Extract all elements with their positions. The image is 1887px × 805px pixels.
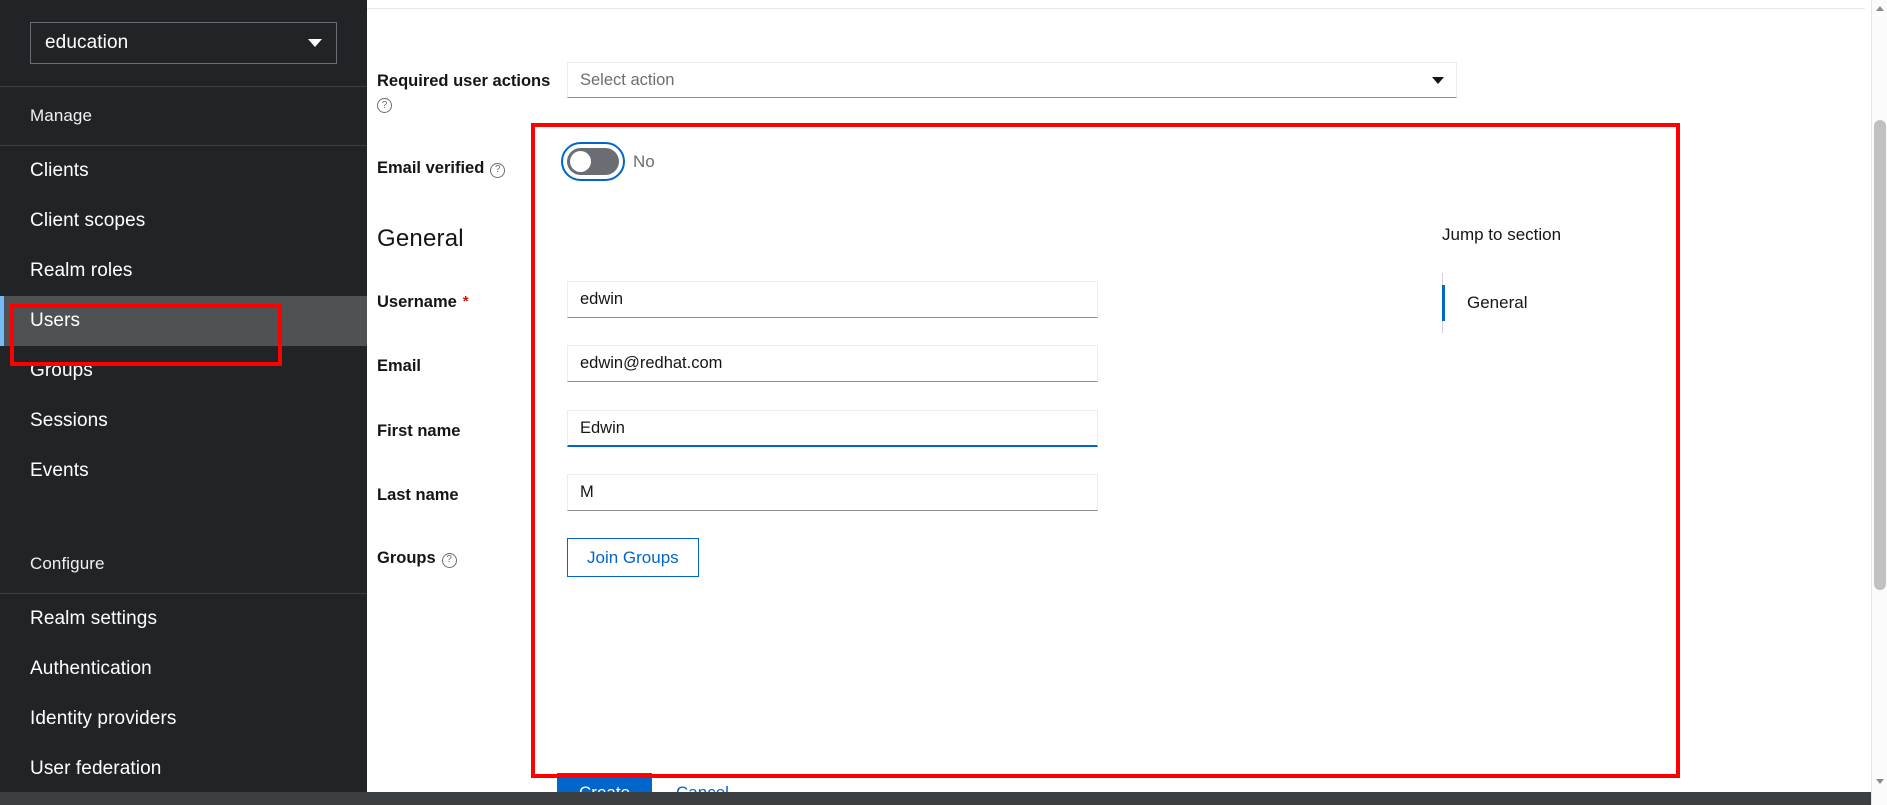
last-name-input[interactable]: [567, 474, 1098, 511]
first-name-row: First name: [377, 410, 1277, 447]
last-name-label-group: Last name: [377, 474, 567, 506]
chevron-down-icon: [308, 39, 322, 47]
chevron-down-icon: [1432, 76, 1444, 84]
content-top-divider: [367, 8, 1865, 9]
required-user-actions-select[interactable]: Select action: [567, 62, 1457, 98]
first-name-label: First name: [377, 422, 461, 440]
bottom-strip: [0, 792, 1887, 805]
sidebar-item-client-scopes[interactable]: Client scopes: [0, 196, 367, 246]
email-verified-label: Email verified: [377, 159, 485, 177]
groups-label: Groups: [377, 549, 436, 567]
email-verified-toggle-wrap: No: [561, 142, 1077, 181]
required-marker: *: [462, 293, 469, 310]
scroll-up-arrow[interactable]: [1872, 0, 1887, 16]
required-user-actions-label-group: Required user actions ?: [377, 62, 567, 113]
sidebar-item-events[interactable]: Events: [0, 446, 367, 496]
jump-to-section-item-general[interactable]: General: [1442, 285, 1742, 321]
first-name-field-wrap: [567, 410, 1277, 447]
email-label: Email: [377, 357, 422, 375]
last-name-field-wrap: [567, 474, 1277, 511]
last-name-row: Last name: [377, 474, 1277, 511]
general-section-title: General: [377, 225, 464, 252]
username-label: Username: [377, 293, 457, 311]
groups-field: Join Groups: [567, 538, 1277, 577]
sidebar-item-authentication[interactable]: Authentication: [0, 644, 367, 694]
sidebar-item-clients[interactable]: Clients: [0, 146, 367, 196]
email-verified-toggle[interactable]: [561, 142, 625, 181]
jump-to-section-panel: Jump to section General: [1442, 225, 1742, 333]
realm-selector[interactable]: education: [30, 22, 337, 64]
username-label-group: Username *: [377, 281, 567, 313]
realm-selector-container: education: [0, 0, 367, 87]
sidebar-item-identity-providers[interactable]: Identity providers: [0, 694, 367, 744]
email-input[interactable]: [567, 345, 1098, 382]
email-row: Email: [377, 345, 1277, 382]
help-circle-icon[interactable]: ?: [490, 162, 506, 178]
nav-group-manage: Manage Clients Client scopes Realm roles…: [0, 87, 367, 496]
jump-to-section-title: Jump to section: [1442, 225, 1562, 244]
first-name-label-group: First name: [377, 410, 567, 442]
sidebar-item-realm-settings[interactable]: Realm settings: [0, 594, 367, 644]
sidebar-item-realm-roles[interactable]: Realm roles: [0, 246, 367, 296]
username-input[interactable]: [567, 281, 1098, 318]
sidebar-item-sessions[interactable]: Sessions: [0, 396, 367, 446]
keycloak-create-user-screen: education Manage Clients Client scopes R…: [0, 0, 1887, 805]
required-user-actions-row: Required user actions ? Select action: [377, 62, 1467, 113]
help-circle-icon[interactable]: ?: [441, 552, 457, 568]
scrollbar-thumb[interactable]: [1874, 120, 1886, 590]
realm-selector-value: education: [45, 32, 129, 53]
vertical-scrollbar[interactable]: [1871, 0, 1887, 805]
sidebar: education Manage Clients Client scopes R…: [0, 0, 367, 805]
chevron-down-icon: [1876, 778, 1884, 784]
sidebar-item-groups[interactable]: Groups: [0, 346, 367, 396]
sidebar-item-users[interactable]: Users: [0, 296, 367, 346]
required-user-actions-field: Select action: [567, 62, 1467, 98]
required-user-actions-placeholder: Select action: [580, 70, 675, 89]
email-label-group: Email: [377, 345, 567, 377]
general-section-heading-wrap: General: [377, 225, 464, 253]
username-row: Username *: [377, 281, 1277, 318]
groups-label-group: Groups ?: [377, 538, 567, 569]
nav-heading-configure: Configure: [0, 530, 367, 594]
groups-row: Groups ? Join Groups: [377, 538, 1277, 577]
join-groups-button[interactable]: Join Groups: [567, 538, 699, 577]
main-content: Required user actions ? Select action Em…: [367, 0, 1887, 805]
email-field-wrap: [567, 345, 1277, 382]
scroll-down-arrow[interactable]: [1872, 773, 1887, 789]
username-field: [567, 281, 1277, 318]
nav-heading-manage: Manage: [0, 87, 367, 146]
email-verified-row: Email verified ? No: [377, 142, 1077, 181]
required-user-actions-label: Required user actions: [377, 72, 551, 90]
toggle-knob: [570, 151, 591, 172]
first-name-input[interactable]: [567, 410, 1098, 447]
sidebar-item-user-federation[interactable]: User federation: [0, 744, 367, 794]
jump-to-section-list: General: [1442, 273, 1742, 333]
chevron-up-icon: [1876, 5, 1884, 11]
last-name-label: Last name: [377, 486, 459, 504]
email-verified-state-label: No: [633, 151, 655, 171]
nav-group-configure: Configure Realm settings Authentication …: [0, 530, 367, 794]
help-circle-icon[interactable]: ?: [377, 98, 392, 113]
email-verified-field: No: [561, 142, 1077, 181]
email-verified-label-group: Email verified ?: [377, 148, 567, 179]
